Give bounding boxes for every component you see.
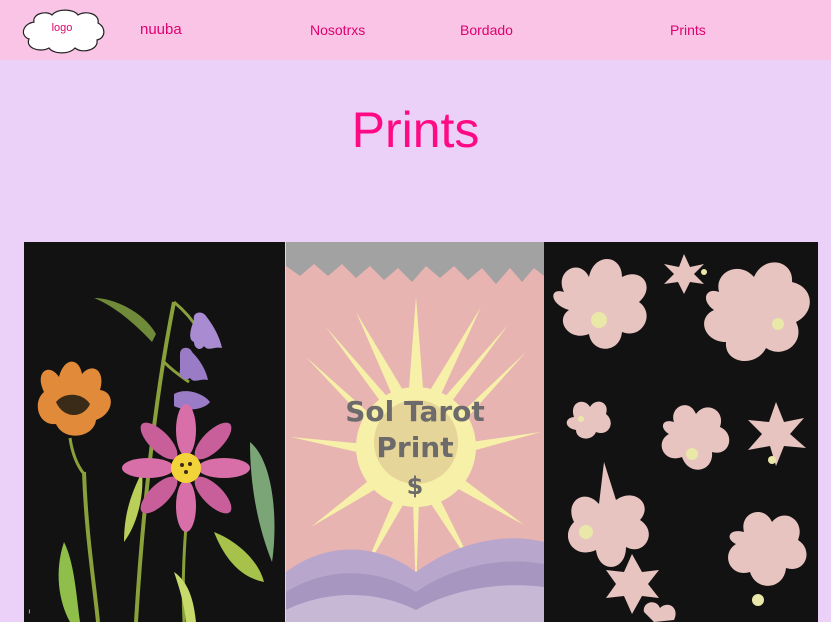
pink-flowers-image <box>553 254 810 622</box>
product-price: $ <box>406 472 424 500</box>
wildflowers-image: – <box>24 298 275 622</box>
prints-gallery: – Sol Tarot Print $ <box>24 242 818 622</box>
svg-text:–: – <box>24 609 35 614</box>
nav-link-bordado[interactable]: Bordado <box>460 22 513 38</box>
product-card-wildflowers[interactable]: – <box>24 242 285 622</box>
product-card-pink-flowers[interactable] <box>544 242 818 622</box>
page-title: Prints <box>351 102 480 158</box>
logo-text: logo <box>51 22 73 34</box>
nav-link-nosotrxs[interactable]: Nosotrxs <box>310 22 365 38</box>
product-name: Sol Tarot Print <box>345 395 485 464</box>
nav-link-nuuba[interactable]: nuuba <box>140 21 182 38</box>
product-overlay: Sol Tarot Print $ <box>286 394 544 502</box>
product-card-sol-tarot[interactable]: Sol Tarot Print $ <box>286 242 544 622</box>
top-navigation-bar: logo nuuba Nosotrxs Bordado Prints <box>0 0 831 60</box>
nav-link-prints[interactable]: Prints <box>670 22 706 38</box>
logo-cloud[interactable]: logo <box>20 8 106 54</box>
